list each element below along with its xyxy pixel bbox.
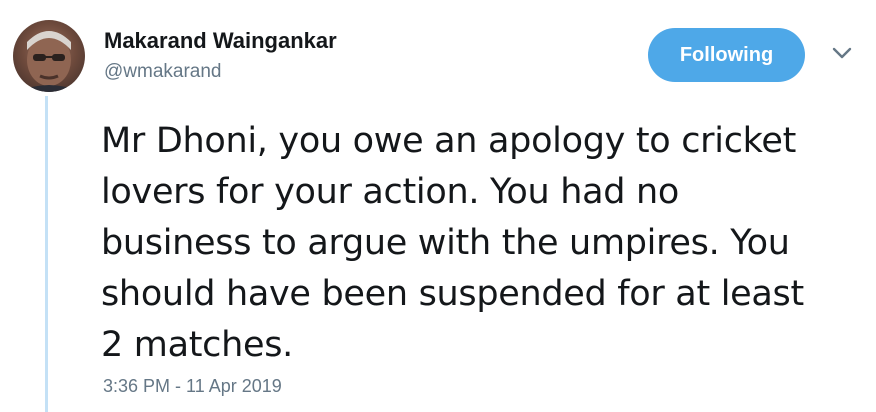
author-handle[interactable]: @wmakarand <box>104 61 222 83</box>
tweet-text-line: Mr Dhoni, you owe an apology to cricket <box>101 121 797 161</box>
tweet-text-line: 2 matches. <box>101 325 293 365</box>
chevron-down-icon[interactable] <box>832 46 852 60</box>
following-button[interactable]: Following <box>648 28 805 82</box>
tweet-text-line: should have been suspended for at least <box>101 274 804 314</box>
author-display-name[interactable]: Makarand Waingankar <box>104 28 337 54</box>
avatar-portrait <box>17 31 81 92</box>
avatar[interactable] <box>13 20 85 92</box>
tweet-timestamp[interactable]: 3:36 PM - 11 Apr 2019 <box>103 376 282 397</box>
tweet-text-line: lovers for your action. You had no <box>101 172 680 212</box>
thread-line <box>45 96 48 412</box>
tweet-text-line: business to argue with the umpires. You <box>101 223 790 263</box>
tweet-text: Mr Dhoni, you owe an apology to cricket … <box>101 116 861 371</box>
